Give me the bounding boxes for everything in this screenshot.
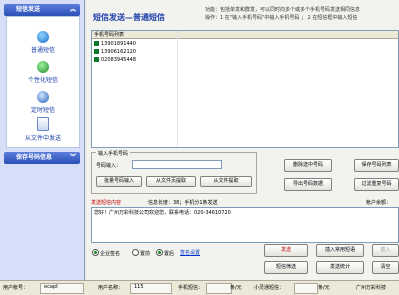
page-description: 功能：包括单发和群发，可以同时向多个或多个手机号码发送相同信息 操作：1 在"输… <box>205 6 399 22</box>
phone-sms-unit: 条/元 <box>230 285 242 291</box>
message-content: 您好！广州万彩科技公司欢迎您，联系电话：020-34610720 <box>94 210 231 216</box>
phone-sms-label: 手机短信： <box>178 285 204 291</box>
description-line-2: 操作：1 在"输入手机号码"中输入手机号码 ； 2 在短信框中输入短信 <box>205 15 358 21</box>
radio-label: 置后 <box>164 251 175 257</box>
sidebar-item-label: 普通短信 <box>30 47 55 54</box>
batch-number-input-button[interactable]: 批量号码输入 <box>96 176 142 187</box>
user-name-value: 115 <box>134 284 144 290</box>
status-bar: 用户帐号： ecapt 用户名称： 115 手机短信： 条/元 小灵通短信： 条… <box>0 280 399 295</box>
signature-label: 企业签名 <box>100 251 121 257</box>
sidebar-section-title: 短信发送 <box>16 6 41 13</box>
clock-icon <box>37 91 49 103</box>
number-input-group-title: 输入手机号码 <box>96 150 131 157</box>
radio-prepend[interactable]: 置前 <box>132 249 150 257</box>
message-section-title: 发送短信内容 <box>91 200 122 206</box>
number-input-label: 号码输入： <box>96 163 122 169</box>
send-button[interactable]: 发送 <box>264 244 308 257</box>
phone-sms-box <box>206 283 232 294</box>
file-send-icon <box>37 117 49 131</box>
save-number-list-button[interactable]: 保存号码列表 <box>354 159 399 172</box>
radio-append[interactable]: 置后 <box>156 249 174 257</box>
clear-button[interactable]: 清空 <box>372 261 399 274</box>
checkbox-icon[interactable] <box>94 57 99 62</box>
sidebar-item-personalized-sms[interactable]: 个性化短信 <box>7 61 79 84</box>
sidebar-item-label: 定时短信 <box>30 107 55 114</box>
message-length-info: 信息长度：38；手机分1条发送 <box>148 200 218 206</box>
sidebar-section-sms-send[interactable]: 短信发送 ︽ <box>4 4 80 16</box>
sms-icon <box>37 31 49 43</box>
phone-number: 13906162120 <box>101 49 136 55</box>
insert-button[interactable]: 插入 <box>372 244 399 257</box>
phone-number: 13901891440 <box>101 41 136 47</box>
insert-common-phrase-button[interactable]: 插入常用短语 <box>316 244 364 257</box>
page-title: 短信发送—普通短信 <box>93 13 165 22</box>
user-account-label: 用户帐号： <box>3 285 29 291</box>
extract-from-file-button[interactable]: 从文件提取 <box>200 176 252 187</box>
description-line-1: 功能：包括单发和群发，可以同时向多个或多个手机号码发送相同信息 <box>205 7 361 13</box>
personalized-sms-icon <box>37 61 49 73</box>
list-header: 手机号码列表 <box>92 31 398 39</box>
sidebar-section-title: 保存号码信息 <box>16 154 53 161</box>
extract-from-file-page-button[interactable]: 从文件页提取 <box>146 176 196 187</box>
sidebar-item-send-from-file[interactable]: 从文件中发送 <box>7 117 79 142</box>
list-item[interactable]: 13901891440 <box>94 41 136 48</box>
number-input-group <box>91 152 257 194</box>
small-sms-unit: 条/元 <box>318 285 330 291</box>
chevron-up-icon: ︽ <box>69 6 76 13</box>
phone-number: 02083945448 <box>101 57 136 63</box>
enterprise-signature-option[interactable]: 企业签名 <box>92 249 120 257</box>
small-sms-label: 小灵通短信： <box>254 285 285 291</box>
checkbox-icon[interactable] <box>92 249 99 256</box>
sms-filter-button[interactable]: 短信筛选 <box>264 261 308 274</box>
sidebar-item-label: 从文件中发送 <box>24 135 61 142</box>
export-number-data-button[interactable]: 导出号码数据 <box>284 178 332 191</box>
user-name-label: 用户名称： <box>98 285 124 291</box>
checkbox-icon[interactable] <box>94 41 99 46</box>
account-balance-label: 帐户余额： <box>366 200 392 206</box>
signature-settings-link[interactable]: 签名设置 <box>180 249 200 256</box>
send-statistics-button[interactable]: 发送统计 <box>316 261 364 274</box>
phone-number-list[interactable]: 手机号码列表 13901891440 13906162120 020839454… <box>91 30 399 148</box>
company-label: 广州万彩科技 <box>356 285 387 291</box>
sidebar-item-scheduled-sms[interactable]: 定时短信 <box>7 91 79 114</box>
list-item[interactable]: 13906162120 <box>94 49 136 56</box>
small-sms-box <box>294 283 318 294</box>
checkbox-icon[interactable] <box>94 49 99 54</box>
filter-duplicate-numbers-button[interactable]: 过滤重复号码 <box>354 178 399 191</box>
sidebar-item-normal-sms[interactable]: 普通短信 <box>7 31 79 54</box>
column-divider <box>177 31 178 147</box>
number-input[interactable] <box>132 160 222 169</box>
radio-icon[interactable] <box>156 249 163 256</box>
sidebar-item-label: 个性化短信 <box>27 77 58 84</box>
user-account-value: ecapt <box>44 284 59 290</box>
message-textarea[interactable]: 您好！广州万彩科技公司欢迎您，联系电话：020-34610720 <box>91 207 399 243</box>
list-header-label: 手机号码列表 <box>94 32 125 38</box>
delete-selected-number-button[interactable]: 删除选中号码 <box>284 159 332 172</box>
sidebar: 短信发送 ︽ 普通短信 个性化短信 定时短信 从文件中发送 保存号码信息 ︾ <box>0 0 85 280</box>
chevron-down-icon: ︾ <box>69 154 76 161</box>
sidebar-panel: 普通短信 个性化短信 定时短信 从文件中发送 <box>6 16 80 148</box>
sidebar-section-save-numbers[interactable]: 保存号码信息 ︾ <box>4 152 80 164</box>
radio-icon[interactable] <box>132 249 139 256</box>
radio-label: 置前 <box>140 251 151 257</box>
list-item[interactable]: 02083945448 <box>94 57 136 64</box>
